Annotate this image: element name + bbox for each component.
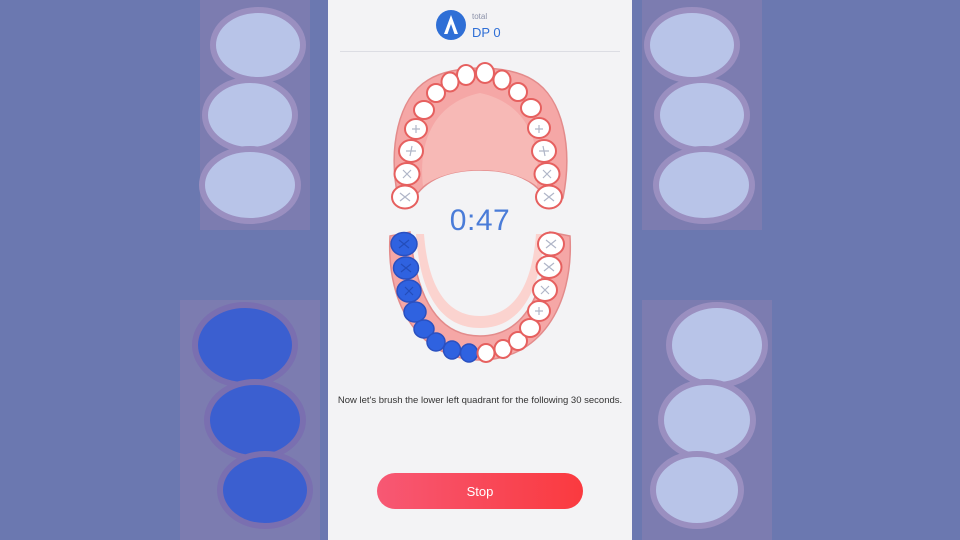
toothbrush-a-logo-icon bbox=[436, 10, 466, 40]
upper-tooth bbox=[426, 83, 446, 103]
upper-tooth bbox=[492, 69, 512, 91]
lower-tooth-brushed bbox=[459, 343, 479, 363]
stop-button[interactable]: Stop bbox=[377, 473, 583, 509]
total-label: total bbox=[472, 12, 488, 21]
background-right-zoomed-teeth bbox=[632, 0, 960, 540]
header-divider bbox=[340, 51, 620, 52]
upper-tooth bbox=[413, 100, 435, 120]
lower-tooth-brushed bbox=[442, 340, 462, 360]
lower-tooth-brushed bbox=[403, 301, 427, 323]
dp-points-value: DP 0 bbox=[472, 25, 501, 40]
background-left-zoomed-teeth bbox=[0, 0, 328, 540]
instruction-text: Now let's brush the lower left quadrant … bbox=[337, 395, 623, 406]
upper-tooth bbox=[508, 82, 528, 102]
lower-tooth-brushed bbox=[426, 332, 446, 352]
upper-tooth bbox=[456, 64, 476, 86]
brushing-timer: 0:47 bbox=[449, 204, 511, 237]
app-screen: total DP 0 0:47 Now let's brush the lowe… bbox=[328, 0, 632, 540]
upper-tooth bbox=[475, 62, 495, 84]
upper-tooth bbox=[520, 98, 542, 118]
header: total DP 0 bbox=[328, 0, 632, 52]
lower-tooth bbox=[476, 343, 496, 363]
